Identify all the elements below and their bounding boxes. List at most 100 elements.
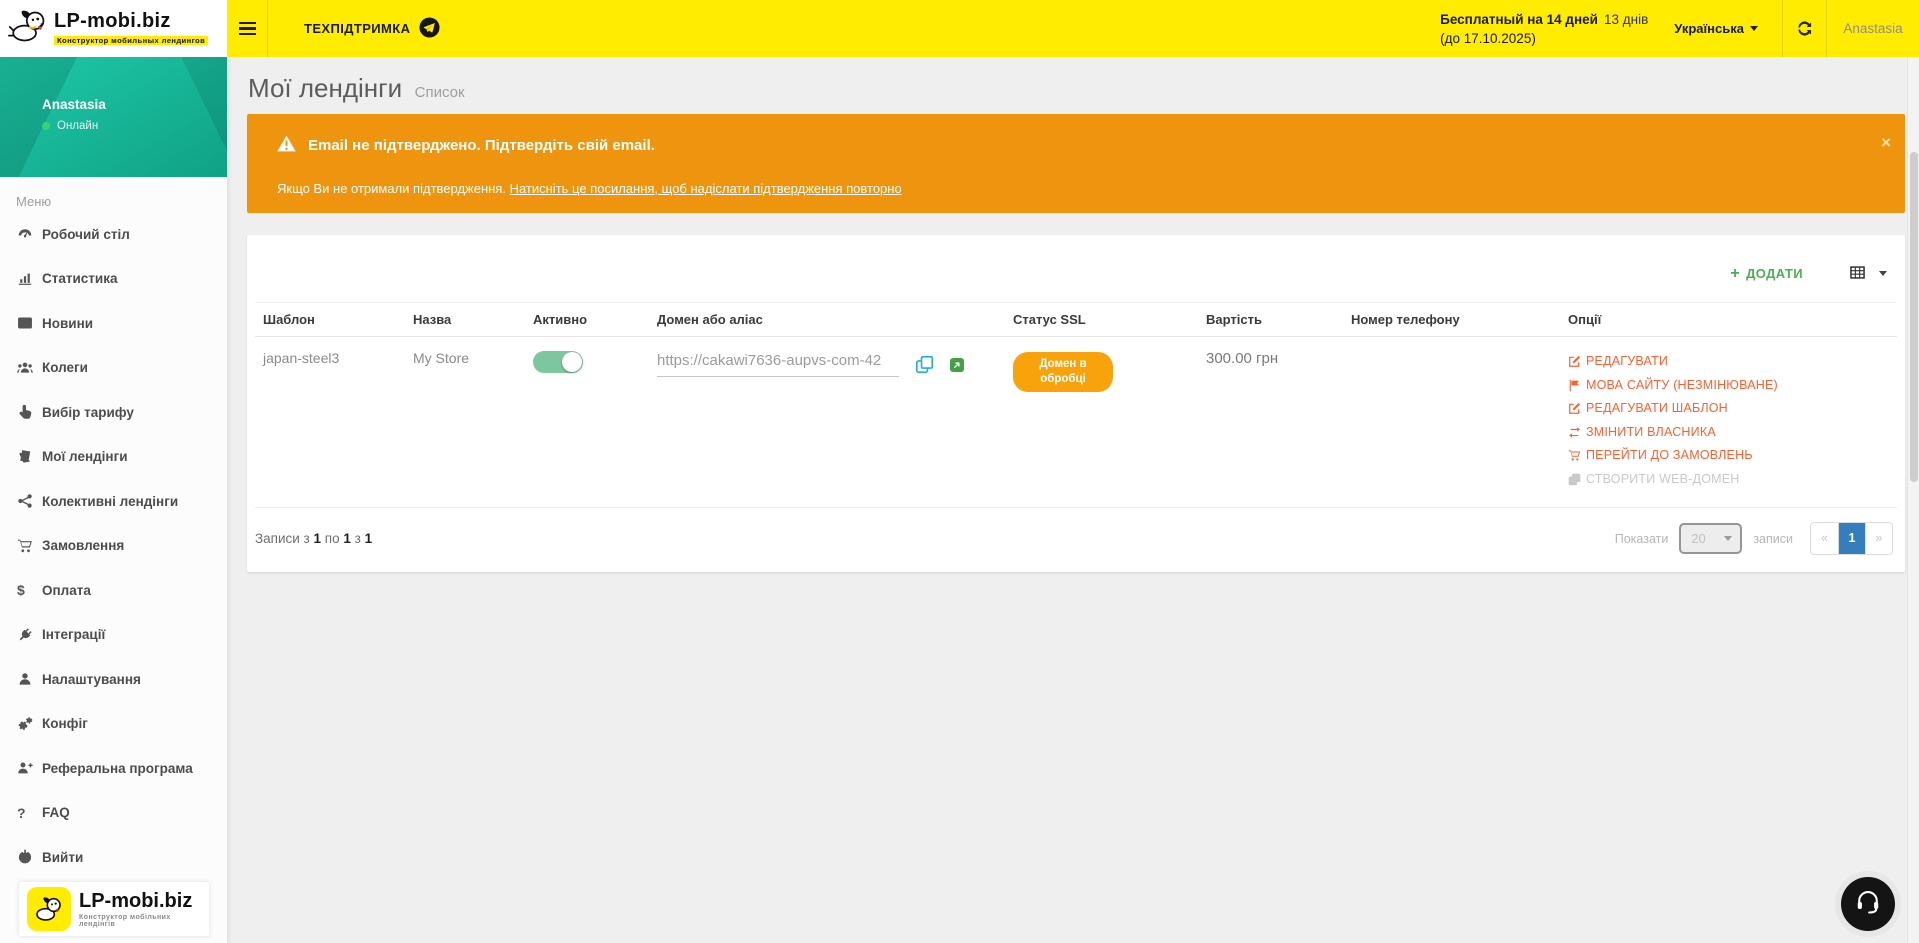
- sidebar-user-panel: Anastasia Онлайн: [0, 57, 227, 177]
- option-label: СТВОРИТИ WEB-ДОМЕН: [1586, 468, 1740, 492]
- refresh-button[interactable]: [1783, 0, 1826, 57]
- cell-phone: [1343, 337, 1560, 508]
- pagination-next[interactable]: »: [1865, 523, 1892, 554]
- trial-until: (до 17.10.2025): [1440, 29, 1648, 48]
- banner-note: Якщо Ви не отримали підтвердження.: [277, 181, 510, 196]
- sidebar-item-label: Робочий стіл: [42, 227, 130, 242]
- add-landing-button[interactable]: + ДОДАТИ: [1724, 265, 1809, 283]
- sidebar-toggle-button[interactable]: [227, 0, 268, 57]
- table-grid-icon: [1849, 265, 1866, 283]
- clone-icon: [1568, 473, 1581, 486]
- column-header: Домен або аліас: [649, 303, 1005, 337]
- sidebar-item-desktop[interactable]: Робочий стіл: [0, 212, 227, 257]
- menu-section-label: Меню: [0, 177, 227, 212]
- sidebar: Anastasia Онлайн Меню Робочий стіл Статис…: [0, 57, 227, 943]
- copy-icon[interactable]: [915, 355, 934, 377]
- option-edit-template[interactable]: РЕДАГУВАТИ ШАБЛОН: [1568, 397, 1889, 421]
- support-label: ТЕХПІДТРИМКА: [304, 21, 410, 36]
- edit-icon: [1568, 355, 1581, 368]
- support-link[interactable]: ТЕХПІДТРИМКА: [304, 17, 440, 41]
- sidebar-item-label: Колеги: [42, 360, 88, 375]
- resend-confirmation-link[interactable]: Натисніть це посилання, щоб надіслати пі…: [510, 181, 902, 196]
- plus-icon: +: [1730, 266, 1740, 282]
- option-edit[interactable]: РЕДАГУВАТИ: [1568, 350, 1889, 374]
- active-toggle[interactable]: [533, 351, 583, 373]
- sidebar-item-label: Колективні лендінги: [42, 494, 178, 509]
- footer-brand-title: LP-mobi.biz: [79, 891, 201, 911]
- cart-icon: [17, 538, 42, 554]
- option-label: РЕДАГУВАТИ: [1586, 350, 1668, 374]
- pagination-prev[interactable]: «: [1811, 523, 1838, 554]
- landings-icon: [17, 449, 42, 465]
- chevron-down-icon: [1879, 271, 1887, 276]
- online-status-dot: [42, 122, 50, 130]
- sidebar-item-colleagues[interactable]: Колеги: [0, 346, 227, 391]
- sidebar-item-my-landings[interactable]: Мої лендінги: [0, 435, 227, 480]
- sidebar-item-orders[interactable]: Замовлення: [0, 524, 227, 569]
- sidebar-item-statistics[interactable]: Статистика: [0, 257, 227, 302]
- cell-template: japan-steel3: [255, 337, 405, 508]
- landings-card: + ДОДАТИ ШаблонНазваАктивноДомен або алі…: [247, 235, 1905, 572]
- table-header-row: ШаблонНазваАктивноДомен або аліасСтатус …: [255, 303, 1897, 337]
- sidebar-item-label: FAQ: [42, 805, 70, 820]
- column-settings-button[interactable]: [1843, 264, 1893, 284]
- records-label: записи: [1753, 532, 1793, 546]
- brand-subtitle: Конструктор мобильных лендингов: [54, 36, 208, 46]
- exchange-icon: [1568, 426, 1581, 439]
- chat-widget-button[interactable]: [1841, 877, 1895, 931]
- topbar-username[interactable]: Anastasia: [1827, 21, 1919, 36]
- trial-plan: Бесплатный на 14 дней: [1440, 12, 1598, 27]
- topbar: LP-mobi.biz Конструктор мобильных лендин…: [0, 0, 1919, 57]
- dashboard-icon: [17, 226, 42, 242]
- page-title: Мої лендінги: [248, 73, 402, 103]
- app-logo[interactable]: LP-mobi.biz Конструктор мобильных лендин…: [0, 0, 227, 57]
- telegram-icon[interactable]: [419, 17, 440, 41]
- option-go-to-orders[interactable]: ПЕРЕЙТИ ДО ЗАМОВЛЕНЬ: [1568, 444, 1889, 468]
- main-content: Мої лендінги Список Email не підтверджен…: [227, 57, 1919, 572]
- sidebar-item-label: Статистика: [42, 271, 117, 286]
- cart-icon: [1568, 449, 1581, 462]
- sidebar-item-settings[interactable]: Налаштування: [0, 657, 227, 702]
- topbar-yellow: ТЕХПІДТРИМКА Бесплатный на 14 дней 13 дні…: [227, 0, 1919, 57]
- close-icon[interactable]: ×: [1881, 134, 1891, 151]
- share-icon: [17, 493, 42, 509]
- scrollbar-thumb[interactable]: [1910, 152, 1918, 482]
- external-link-icon[interactable]: [950, 358, 964, 375]
- sidebar-item-faq[interactable]: ?FAQ: [0, 791, 227, 836]
- banner-message: Email не підтверджено. Підтвердіть свій …: [308, 137, 655, 154]
- sidebar-item-config[interactable]: Конфіг: [0, 702, 227, 747]
- landings-table: ШаблонНазваАктивноДомен або аліасСтатус …: [255, 302, 1897, 507]
- sidebar-item-integrations[interactable]: Інтеграції: [0, 613, 227, 658]
- sidebar-item-referral[interactable]: Реферальна програма: [0, 746, 227, 791]
- sidebar-item-news[interactable]: Новини: [0, 301, 227, 346]
- sidebar-user-status: Онлайн: [57, 120, 98, 132]
- option-site-language[interactable]: МОВА САЙТУ (НЕЗМІНЮВАНЕ): [1568, 374, 1889, 398]
- sidebar-item-tariff[interactable]: Вибір тарифу: [0, 390, 227, 435]
- pagination-page-1[interactable]: 1: [1838, 523, 1865, 554]
- sidebar-footer-logo[interactable]: LP-mobi.biz Конструктор мобільних лендін…: [18, 881, 210, 937]
- power-icon: [17, 849, 42, 865]
- stats-icon: [17, 271, 42, 287]
- option-label: ПЕРЕЙТИ ДО ЗАМОВЛЕНЬ: [1586, 444, 1753, 468]
- page-size-select[interactable]: 20: [1679, 523, 1742, 554]
- brand-title: LP-mobi.biz: [54, 10, 171, 32]
- users-icon: [17, 360, 42, 376]
- sidebar-item-collective-landings[interactable]: Колективні лендінги: [0, 479, 227, 524]
- sidebar-item-payment[interactable]: $Оплата: [0, 568, 227, 613]
- sidebar-item-label: Мої лендінги: [42, 449, 128, 464]
- domain-input[interactable]: [657, 350, 899, 377]
- chevron-down-icon: [1750, 26, 1758, 31]
- plug-icon: [17, 627, 42, 643]
- sidebar-item-logout[interactable]: Вийти: [0, 835, 227, 880]
- news-icon: [17, 315, 42, 331]
- option-change-owner[interactable]: ЗМІНИТИ ВЛАСНИКА: [1568, 421, 1889, 445]
- language-selector[interactable]: Українська: [1674, 21, 1758, 36]
- column-header: Номер телефону: [1343, 303, 1560, 337]
- option-label: РЕДАГУВАТИ ШАБЛОН: [1586, 397, 1728, 421]
- column-header: Вартість: [1198, 303, 1343, 337]
- sidebar-item-label: Конфіг: [42, 716, 88, 731]
- footer-brand-subtitle: Конструктор мобільних лендінгів: [79, 914, 201, 928]
- sidebar-item-label: Замовлення: [42, 538, 124, 553]
- trial-days-left: 13 днів: [1604, 12, 1648, 27]
- sidebar-menu: Робочий стіл Статистика Новини Колеги Вибір …: [0, 212, 227, 880]
